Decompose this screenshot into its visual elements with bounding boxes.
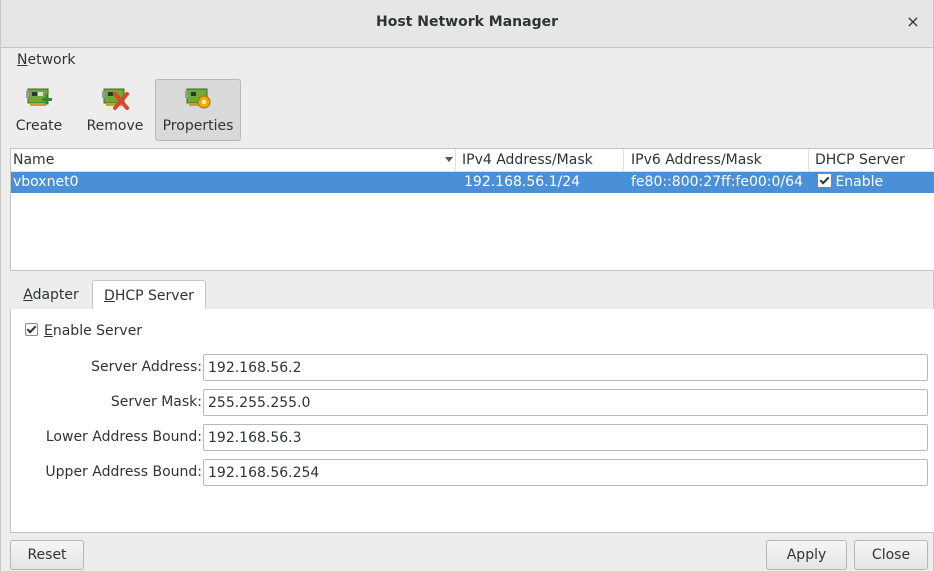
network-card-add-icon bbox=[26, 88, 52, 106]
tab-dhcp-label: HCP Server bbox=[114, 288, 194, 304]
remove-button[interactable]: Remove bbox=[82, 79, 148, 141]
create-button[interactable]: Create bbox=[10, 79, 68, 141]
host-network-manager-window: Host Network Manager × Network Create Re… bbox=[0, 0, 934, 571]
network-card-remove-icon bbox=[102, 88, 129, 110]
network-card-properties-icon bbox=[185, 88, 211, 109]
enable-server-label: nable Server bbox=[52, 323, 143, 339]
properties-label: Properties bbox=[162, 118, 234, 134]
server-mask-row: Server Mask: bbox=[11, 388, 931, 416]
tab-dhcp-server[interactable]: DHCP Server bbox=[92, 280, 206, 310]
server-address-field[interactable] bbox=[203, 354, 928, 381]
sort-descending-icon bbox=[445, 157, 453, 162]
server-address-row: Server Address: bbox=[11, 353, 931, 381]
enable-server-checkbox[interactable]: Enable Server bbox=[25, 323, 142, 339]
window-title: Host Network Manager bbox=[376, 14, 558, 30]
tab-adapter-label: dapter bbox=[32, 287, 79, 303]
close-button[interactable]: Close bbox=[854, 540, 928, 570]
row-dhcp-label: Enable bbox=[835, 174, 884, 190]
column-divider bbox=[455, 149, 456, 171]
toolbar: Create Remove Properties bbox=[10, 76, 925, 146]
create-label: Create bbox=[15, 118, 63, 134]
column-divider bbox=[623, 149, 624, 171]
apply-button[interactable]: Apply bbox=[766, 540, 847, 570]
tab-adapter[interactable]: Adapter bbox=[14, 280, 88, 309]
upper-bound-row: Upper Address Bound: bbox=[11, 458, 931, 486]
network-list[interactable]: Name IPv4 Address/Mask IPv6 Address/Mask… bbox=[10, 148, 934, 271]
column-header-dhcp[interactable]: DHCP Server bbox=[815, 152, 905, 168]
row-ipv6: fe80::800:27ff:fe00:0/64 bbox=[631, 174, 803, 190]
enable-server-mnemonic: E bbox=[44, 323, 53, 339]
remove-label: Remove bbox=[86, 118, 144, 134]
reset-button[interactable]: Reset bbox=[10, 540, 84, 570]
column-header-ipv6[interactable]: IPv6 Address/Mask bbox=[631, 152, 762, 168]
server-mask-label: Server Mask: bbox=[110, 394, 202, 410]
checkbox-checked-icon bbox=[25, 323, 38, 336]
column-divider bbox=[808, 149, 809, 171]
column-header-name[interactable]: Name bbox=[13, 152, 54, 168]
list-header: Name IPv4 Address/Mask IPv6 Address/Mask… bbox=[11, 149, 934, 172]
menu-network-mnemonic: N bbox=[17, 52, 28, 68]
properties-button[interactable]: Properties bbox=[155, 79, 241, 141]
menu-network-label: etwork bbox=[27, 52, 76, 68]
dhcp-enabled-checkbox[interactable] bbox=[818, 174, 831, 187]
lower-bound-row: Lower Address Bound: bbox=[11, 423, 931, 451]
lower-bound-label: Lower Address Bound: bbox=[45, 429, 202, 445]
lower-bound-field[interactable] bbox=[203, 424, 928, 451]
menu-network[interactable]: Network bbox=[17, 52, 75, 68]
row-name: vboxnet0 bbox=[13, 174, 79, 190]
dhcp-server-panel: Enable Server Server Address: Server Mas… bbox=[10, 309, 934, 533]
menu-bar: Network bbox=[10, 49, 925, 73]
row-ipv4: 192.168.56.1/24 bbox=[464, 174, 581, 190]
upper-bound-field[interactable] bbox=[203, 459, 928, 486]
tab-adapter-mnemonic: A bbox=[23, 287, 33, 303]
title-bar: Host Network Manager × bbox=[1, 0, 933, 48]
tab-bar: Adapter DHCP Server bbox=[10, 275, 934, 310]
row-dhcp: Enable bbox=[818, 174, 883, 190]
upper-bound-label: Upper Address Bound: bbox=[45, 464, 202, 480]
tab-dhcp-mnemonic: D bbox=[104, 288, 115, 304]
column-header-ipv4[interactable]: IPv4 Address/Mask bbox=[462, 152, 593, 168]
server-mask-field[interactable] bbox=[203, 389, 928, 416]
close-icon[interactable]: × bbox=[903, 12, 923, 32]
server-address-label: Server Address: bbox=[91, 359, 202, 375]
table-row[interactable]: vboxnet0 192.168.56.1/24 fe80::800:27ff:… bbox=[11, 172, 934, 193]
